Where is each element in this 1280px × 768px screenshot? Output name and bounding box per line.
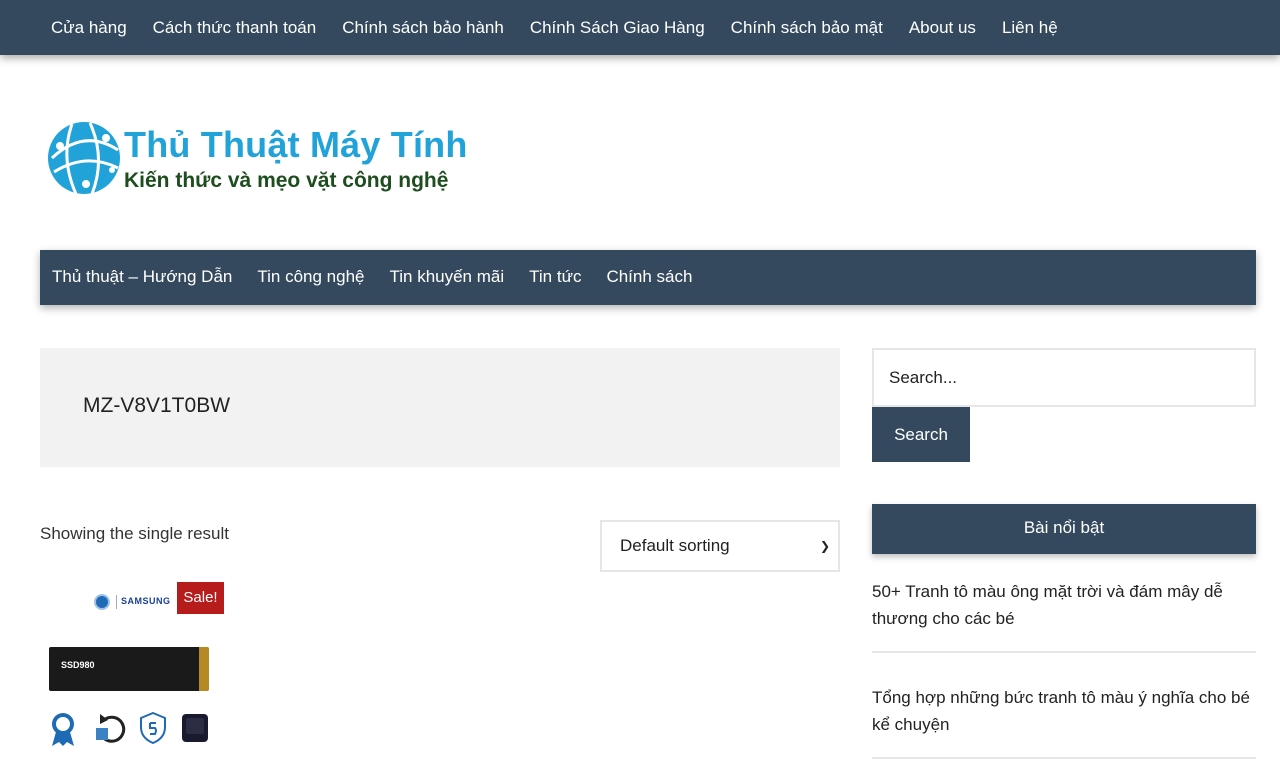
product-brand-strip: SAMSUNG	[94, 594, 172, 610]
logo-title: Thủ Thuật Máy Tính	[124, 124, 468, 165]
top-menu: Cửa hàng Cách thức thanh toán Chính sách…	[0, 0, 1280, 55]
dell-logo-icon	[94, 594, 110, 610]
featured-widget-title: Bài nổi bật	[872, 504, 1256, 554]
main-nav-item-policy[interactable]: Chính sách	[594, 250, 705, 304]
top-menu-item-warranty[interactable]: Chính sách bảo hành	[329, 0, 517, 55]
main-nav-item-guides[interactable]: Thủ thuật – Hướng Dẫn	[40, 250, 245, 304]
site-logo[interactable]: Thủ Thuật Máy Tính Kiến thức và mẹo vặt …	[46, 118, 496, 202]
top-menu-bar: Cửa hàng Cách thức thanh toán Chính sách…	[0, 0, 1280, 55]
sort-select-value: Default sorting	[620, 536, 730, 555]
main-nav-item-news[interactable]: Tin tức	[517, 250, 594, 304]
post-divider	[872, 651, 1256, 653]
main-nav-bar: Thủ thuật – Hướng Dẫn Tin công nghệ Tin …	[40, 250, 1256, 305]
top-menu-item-store[interactable]: Cửa hàng	[38, 0, 140, 55]
main-nav-item-promotions[interactable]: Tin khuyến mãi	[377, 250, 517, 304]
sort-select[interactable]: Default sorting ❯	[600, 520, 840, 572]
globe-icon	[48, 122, 120, 195]
brand-separator	[116, 595, 117, 609]
ssd-label: SSD980	[61, 660, 95, 670]
sale-badge: Sale!	[177, 582, 224, 614]
product-card[interactable]: SAMSUNG Sale! SSD980	[40, 580, 240, 768]
storage-device-icon	[182, 714, 208, 742]
featured-post-link[interactable]: Tổng hợp những bức tranh tô màu ý nghĩa …	[872, 684, 1256, 738]
logo-tagline: Kiến thức và mẹo vặt công nghệ	[124, 169, 449, 192]
search-button[interactable]: Search	[872, 407, 970, 462]
page-title: MZ-V8V1T0BW	[83, 394, 231, 417]
chevron-down-icon: ❯	[819, 539, 830, 553]
top-menu-item-shipping[interactable]: Chính Sách Giao Hàng	[517, 0, 718, 55]
top-menu-item-privacy[interactable]: Chính sách bảo mật	[718, 0, 896, 55]
featured-post-link[interactable]: 50+ Tranh tô màu ông mặt trời và đám mây…	[872, 578, 1256, 632]
product-image[interactable]: SSD980	[49, 647, 209, 691]
main-nav-item-tech-news[interactable]: Tin công nghệ	[245, 250, 377, 304]
main-nav: Thủ thuật – Hướng Dẫn Tin công nghệ Tin …	[40, 250, 1256, 304]
top-menu-item-contact[interactable]: Liên hệ	[989, 0, 1071, 55]
post-divider	[872, 757, 1256, 759]
page-header-box: MZ-V8V1T0BW	[40, 348, 840, 467]
brand-name: SAMSUNG	[121, 596, 171, 606]
top-menu-item-about[interactable]: About us	[896, 0, 989, 55]
result-count: Showing the single result	[40, 524, 230, 543]
top-menu-item-payment[interactable]: Cách thức thanh toán	[140, 0, 330, 55]
quality-ribbon-icon	[52, 713, 74, 746]
search-input[interactable]: Search...	[872, 348, 1256, 407]
product-feature-badges	[50, 712, 210, 748]
return-box-icon	[96, 714, 126, 743]
warranty-shield-icon	[140, 712, 166, 744]
